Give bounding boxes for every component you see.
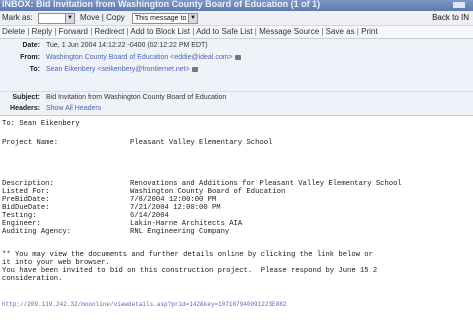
headers-label: Headers: bbox=[10, 105, 40, 112]
folder-select[interactable]: This message to ▼ bbox=[132, 13, 198, 24]
add-contact-icon[interactable] bbox=[191, 66, 198, 72]
print-link[interactable]: Print bbox=[361, 27, 377, 36]
to-label: To: bbox=[29, 66, 40, 73]
body-paragraph-line: ** You may view the documents and furthe… bbox=[2, 251, 373, 259]
window-title-bar: INBOX: Bid Invitation from Washington Co… bbox=[0, 0, 473, 11]
add-contact-icon[interactable] bbox=[234, 54, 241, 60]
forward-link[interactable]: Forward bbox=[59, 27, 88, 36]
detail-value-bid-due-date: 7/21/2004 12:00:00 PM bbox=[130, 204, 221, 212]
back-to-inbox-link[interactable]: Back to IN bbox=[432, 13, 469, 23]
show-all-headers-link[interactable]: Show All Headers bbox=[46, 104, 101, 114]
header-row-to: To: Sean Eikenbery <seikenbery@frontiern… bbox=[0, 65, 473, 75]
reply-link[interactable]: Reply bbox=[32, 27, 52, 36]
add-to-safe-list-link[interactable]: Add to Safe List bbox=[196, 27, 252, 36]
header-row-subject: Subject: Bid Invitation from Washington … bbox=[0, 93, 473, 103]
to-address[interactable]: Sean Eikenbery <seikenbery@frontiernet.n… bbox=[46, 66, 190, 73]
detail-label-auditing-agency: Auditing Agency: bbox=[2, 228, 72, 236]
date-value: Tue, 1 Jun 2004 14:12:22 -0400 (02:12:22… bbox=[46, 42, 208, 49]
subject-section: Subject: Bid Invitation from Washington … bbox=[0, 91, 473, 114]
detail-label-bid-due-date: BidDueDate: bbox=[2, 204, 50, 212]
detail-value-listed-for: Washington County Board of Education bbox=[130, 188, 286, 196]
save-as-link[interactable]: Save as bbox=[326, 27, 355, 36]
subject-label: Subject: bbox=[12, 94, 40, 101]
from-value[interactable]: Washington County Board of Education <ed… bbox=[46, 53, 241, 63]
delete-link[interactable]: Delete bbox=[2, 27, 25, 36]
project-details-link[interactable]: http://209.119.242.32/moonline/viewdetai… bbox=[2, 301, 286, 309]
folder-select-value: This message to bbox=[135, 15, 187, 22]
from-label: From: bbox=[20, 54, 40, 61]
mark-as-select[interactable]: ▼ bbox=[38, 13, 75, 24]
detail-label-prebid-date: PreBidDate: bbox=[2, 196, 50, 204]
detail-label-listed-for: Listed For: bbox=[2, 188, 50, 196]
mark-as-label: Mark as: bbox=[2, 13, 33, 22]
body-paragraph-line: consideration. bbox=[2, 275, 63, 283]
add-to-block-list-link[interactable]: Add to Block List bbox=[130, 27, 190, 36]
detail-value-prebid-date: 7/8/2004 12:00:00 PM bbox=[130, 196, 217, 204]
header-row-date: Date: Tue, 1 Jun 2004 14:12:22 -0400 (02… bbox=[0, 41, 473, 51]
window-control-icon[interactable] bbox=[453, 2, 465, 8]
message-source-link[interactable]: Message Source bbox=[259, 27, 319, 36]
project-name-value: Pleasant Valley Elementary School bbox=[130, 139, 273, 147]
chevron-down-icon: ▼ bbox=[65, 14, 74, 23]
detail-value-auditing-agency: RNL Engineering Company bbox=[130, 228, 230, 236]
chevron-down-icon: ▼ bbox=[188, 14, 197, 23]
date-label: Date: bbox=[22, 42, 40, 49]
detail-value-description: Renovations and Additions for Pleasant V… bbox=[130, 180, 402, 188]
from-address[interactable]: Washington County Board of Education <ed… bbox=[46, 54, 233, 61]
message-toolbar: Mark as: ▼ Move | Copy This message to ▼… bbox=[0, 11, 473, 26]
detail-label-testing: Testing: bbox=[2, 212, 37, 220]
project-name-label: Project Name: bbox=[2, 139, 59, 147]
to-value[interactable]: Sean Eikenbery <seikenbery@frontiernet.n… bbox=[46, 65, 198, 75]
body-paragraph-line: You have been invited to bid on this con… bbox=[2, 267, 378, 275]
message-body: To: Sean Eikenbery Project Name: Pleasan… bbox=[0, 116, 473, 335]
window-title: INBOX: Bid Invitation from Washington Co… bbox=[2, 0, 321, 9]
move-copy-link[interactable]: Move | Copy bbox=[80, 13, 125, 23]
body-paragraph-line: it into your web browser. bbox=[2, 259, 110, 267]
detail-value-engineer: Lakin-Harne Architects AIA bbox=[130, 220, 243, 228]
detail-label-engineer: Engineer: bbox=[2, 220, 41, 228]
message-headers: Date: Tue, 1 Jun 2004 14:12:22 -0400 (02… bbox=[0, 39, 473, 116]
redirect-link[interactable]: Redirect bbox=[95, 27, 125, 36]
detail-value-testing: 6/14/2004 bbox=[130, 212, 169, 220]
message-actions-bar: Delete | Reply | Forward | Redirect | Ad… bbox=[0, 26, 473, 39]
header-row-from: From: Washington County Board of Educati… bbox=[0, 53, 473, 63]
to-line: To: Sean Eikenbery bbox=[2, 120, 80, 128]
header-row-headers: Headers: Show All Headers bbox=[0, 104, 473, 114]
subject-value: Bid Invitation from Washington County Bo… bbox=[46, 94, 227, 101]
detail-label-description: Description: bbox=[2, 180, 54, 188]
